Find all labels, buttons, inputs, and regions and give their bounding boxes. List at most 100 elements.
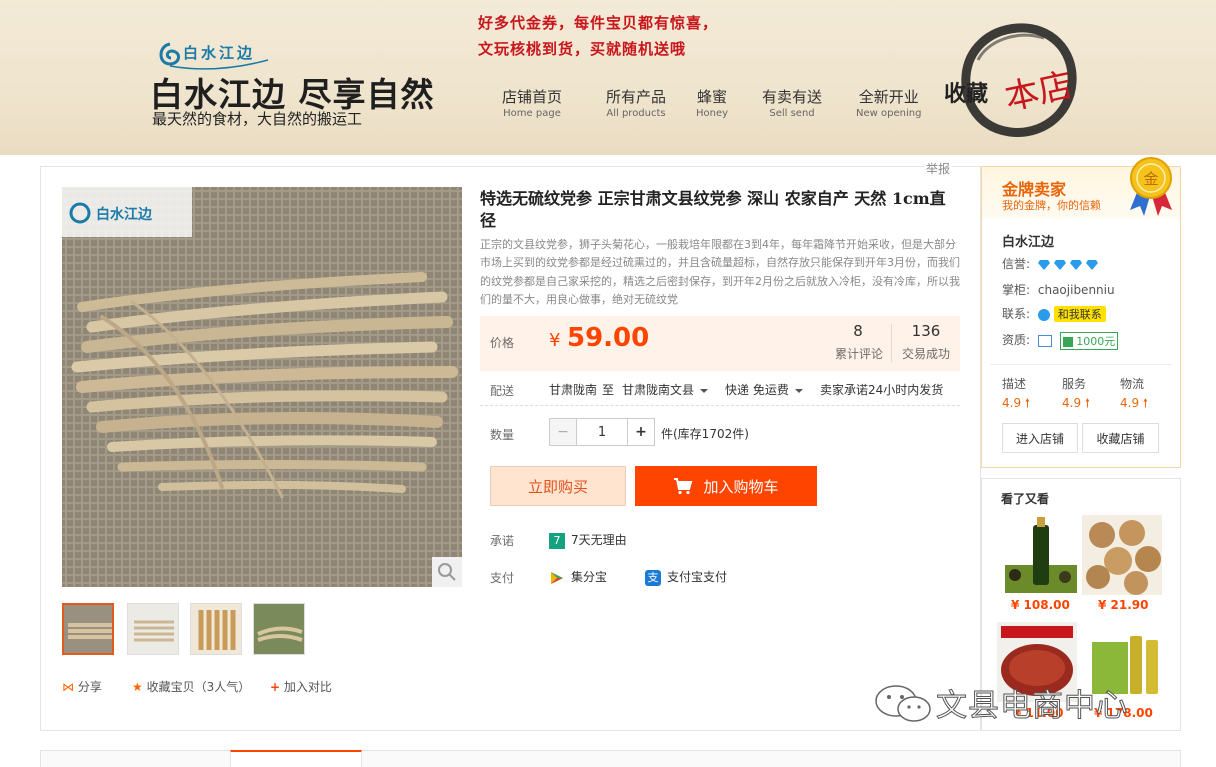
price-value: 59.00 bbox=[567, 323, 650, 353]
pay-alipay[interactable]: 支支付宝支付 bbox=[645, 568, 727, 586]
qualification-row: 资质: 1000元 bbox=[1002, 331, 1119, 350]
report-link[interactable]: 举报 bbox=[924, 160, 953, 177]
contact-seller-button[interactable]: 和我联系 bbox=[1053, 306, 1106, 322]
share-label: 分享 bbox=[77, 680, 102, 694]
delivery-from: 甘肃陇南 bbox=[549, 383, 598, 397]
promo-line-2: 文玩核桃到货，买就随机送哦 bbox=[478, 40, 687, 58]
promise-text: 7天无理由 bbox=[571, 533, 627, 547]
shop-logo-text[interactable]: 白水江边 bbox=[183, 42, 255, 63]
thumbnail-3[interactable] bbox=[190, 603, 242, 655]
star-icon: ★ bbox=[132, 680, 143, 694]
score-logistics: 物流 4.9 🠕 bbox=[1120, 375, 1148, 415]
score-label: 物流 bbox=[1120, 377, 1145, 391]
quantity-label: 数量 bbox=[490, 428, 515, 442]
reviews-count[interactable]: 8 bbox=[838, 322, 878, 340]
keeper-name: chaojibenniu bbox=[1037, 283, 1115, 297]
delivery-destination-select[interactable]: 甘肃陇南文县 bbox=[622, 381, 709, 398]
score-service: 服务 4.9 🠕 bbox=[1062, 375, 1090, 415]
pay-jifenbao[interactable]: 集分宝 bbox=[549, 568, 607, 586]
thumbnail-4[interactable] bbox=[253, 603, 305, 655]
recommend-item-2[interactable] bbox=[1082, 515, 1162, 595]
alipay-icon: 支 bbox=[645, 569, 661, 586]
thumbnail-image bbox=[128, 604, 178, 654]
arrow-up-icon: 🠕 bbox=[1142, 396, 1149, 410]
collect-action[interactable]: ★ 收藏宝贝（3人气） bbox=[132, 678, 250, 695]
promo-line-1: 好多代金券，每件宝贝都有惊喜， bbox=[478, 14, 719, 32]
contact-label: 联系: bbox=[1002, 307, 1031, 321]
divider bbox=[480, 405, 960, 406]
zoom-button[interactable] bbox=[432, 557, 462, 587]
wechat-icon bbox=[875, 684, 931, 722]
diamond-icon bbox=[1037, 259, 1050, 270]
quantity-input[interactable]: 1 bbox=[577, 418, 627, 446]
product-title: 特选无硫纹党参 正宗甘肃文县纹党参 深山 农家自产 天然 1cm直径 bbox=[480, 189, 946, 230]
stock-text: 件(库存1702件) bbox=[661, 427, 749, 441]
tab-product-detail[interactable] bbox=[230, 750, 362, 767]
diamond-icon bbox=[1053, 259, 1066, 270]
dangshen-roots-image: 白水江边 bbox=[62, 187, 462, 587]
score-value: 4.9 bbox=[1120, 396, 1140, 410]
diamond-icon bbox=[1085, 259, 1098, 270]
recommend-item-1[interactable] bbox=[1001, 515, 1081, 595]
promo-text: 好多代金券，每件宝贝都有惊喜， 文玩核桃到货，买就随机送哦 bbox=[478, 10, 718, 62]
seven-day-return[interactable]: 7 7天无理由 bbox=[549, 531, 627, 549]
nav-all-products[interactable]: 所有产品 All products bbox=[606, 86, 666, 119]
gold-medal-icon: 金 bbox=[1130, 157, 1172, 216]
diamond-rating bbox=[1037, 257, 1102, 271]
contact-row: 联系: 和我联系 bbox=[1002, 305, 1106, 322]
nav-new-opening[interactable]: 全新开业 New opening bbox=[856, 86, 921, 119]
nav-label: 蜂蜜 bbox=[697, 88, 728, 106]
enter-shop-button[interactable]: 进入店铺 bbox=[1002, 423, 1078, 453]
shipping-method: 快递 免运费 bbox=[725, 383, 789, 397]
score-label: 描述 bbox=[1002, 377, 1027, 391]
credit-label: 信誉: bbox=[1002, 257, 1031, 271]
nav-home[interactable]: 店铺首页 Home page bbox=[502, 86, 562, 119]
deposit-badge[interactable]: 1000元 bbox=[1059, 331, 1119, 350]
favorite-shop-label[interactable]: 收藏 bbox=[944, 76, 988, 108]
buy-now-button[interactable]: 立即购买 bbox=[490, 466, 626, 506]
gold-seller-sub: 我的金牌，你的信赖 bbox=[1002, 199, 1101, 212]
nav-label: 有卖有送 bbox=[762, 88, 823, 106]
delivery-label: 配送 bbox=[490, 384, 515, 398]
shop-sub-slogan: 最天然的食材，大自然的搬运工 bbox=[152, 110, 363, 128]
score-label: 服务 bbox=[1062, 377, 1087, 391]
score-value: 4.9 bbox=[1062, 396, 1082, 410]
stat-divider bbox=[891, 324, 892, 362]
compare-action[interactable]: + 加入对比 bbox=[270, 678, 332, 695]
olive-oil-image bbox=[1001, 515, 1081, 595]
nav-honey[interactable]: 蜂蜜 Honey bbox=[696, 86, 728, 119]
collect-label: 收藏宝贝（3人气） bbox=[146, 680, 251, 694]
nav-sell-send[interactable]: 有卖有送 Sell send bbox=[762, 86, 822, 119]
divider bbox=[990, 364, 1172, 365]
magnifier-icon bbox=[438, 563, 456, 581]
image-watermark-logo: 白水江边 bbox=[96, 206, 153, 223]
quantity-minus-button[interactable]: − bbox=[549, 418, 577, 446]
pay-method-label: 支付宝支付 bbox=[667, 570, 728, 584]
thumbnail-image bbox=[254, 604, 304, 654]
thumbnail-2[interactable] bbox=[127, 603, 179, 655]
jifenbao-icon bbox=[551, 571, 563, 584]
quantity-plus-button[interactable]: + bbox=[627, 418, 655, 446]
keeper-row: 掌柜: chaojibenniu bbox=[1002, 281, 1115, 298]
add-to-cart-button[interactable]: 加入购物车 bbox=[635, 466, 817, 506]
seller-shop-name[interactable]: 白水江边 bbox=[1002, 231, 1054, 250]
quantity-stepper: − 1 + bbox=[549, 418, 655, 446]
share-icon: ⋈ bbox=[62, 680, 74, 694]
thumbnail-1[interactable] bbox=[62, 603, 114, 655]
thumbnail-image bbox=[191, 604, 241, 654]
detail-tab-bar bbox=[40, 750, 1181, 767]
compare-label: 加入对比 bbox=[283, 680, 332, 694]
favorite-shop-button[interactable]: 收藏店铺 bbox=[1082, 423, 1159, 453]
share-action[interactable]: ⋈ 分享 bbox=[62, 678, 102, 695]
nav-label: 店铺首页 bbox=[502, 88, 563, 106]
id-verified-icon[interactable] bbox=[1037, 334, 1052, 347]
chevron-down-icon bbox=[794, 388, 803, 393]
shipping-select[interactable]: 快递 免运费 bbox=[725, 381, 803, 398]
product-main-image[interactable]: 白水江边 bbox=[62, 187, 462, 587]
nav-sublabel: Sell send bbox=[769, 108, 815, 119]
nav-label: 所有产品 bbox=[606, 88, 667, 106]
wangwang-icon bbox=[1037, 308, 1050, 321]
watermark-text: 文县电商中心 bbox=[936, 688, 1128, 725]
credit-row: 信誉: bbox=[1002, 255, 1102, 272]
nav-sublabel: New opening bbox=[856, 108, 922, 119]
